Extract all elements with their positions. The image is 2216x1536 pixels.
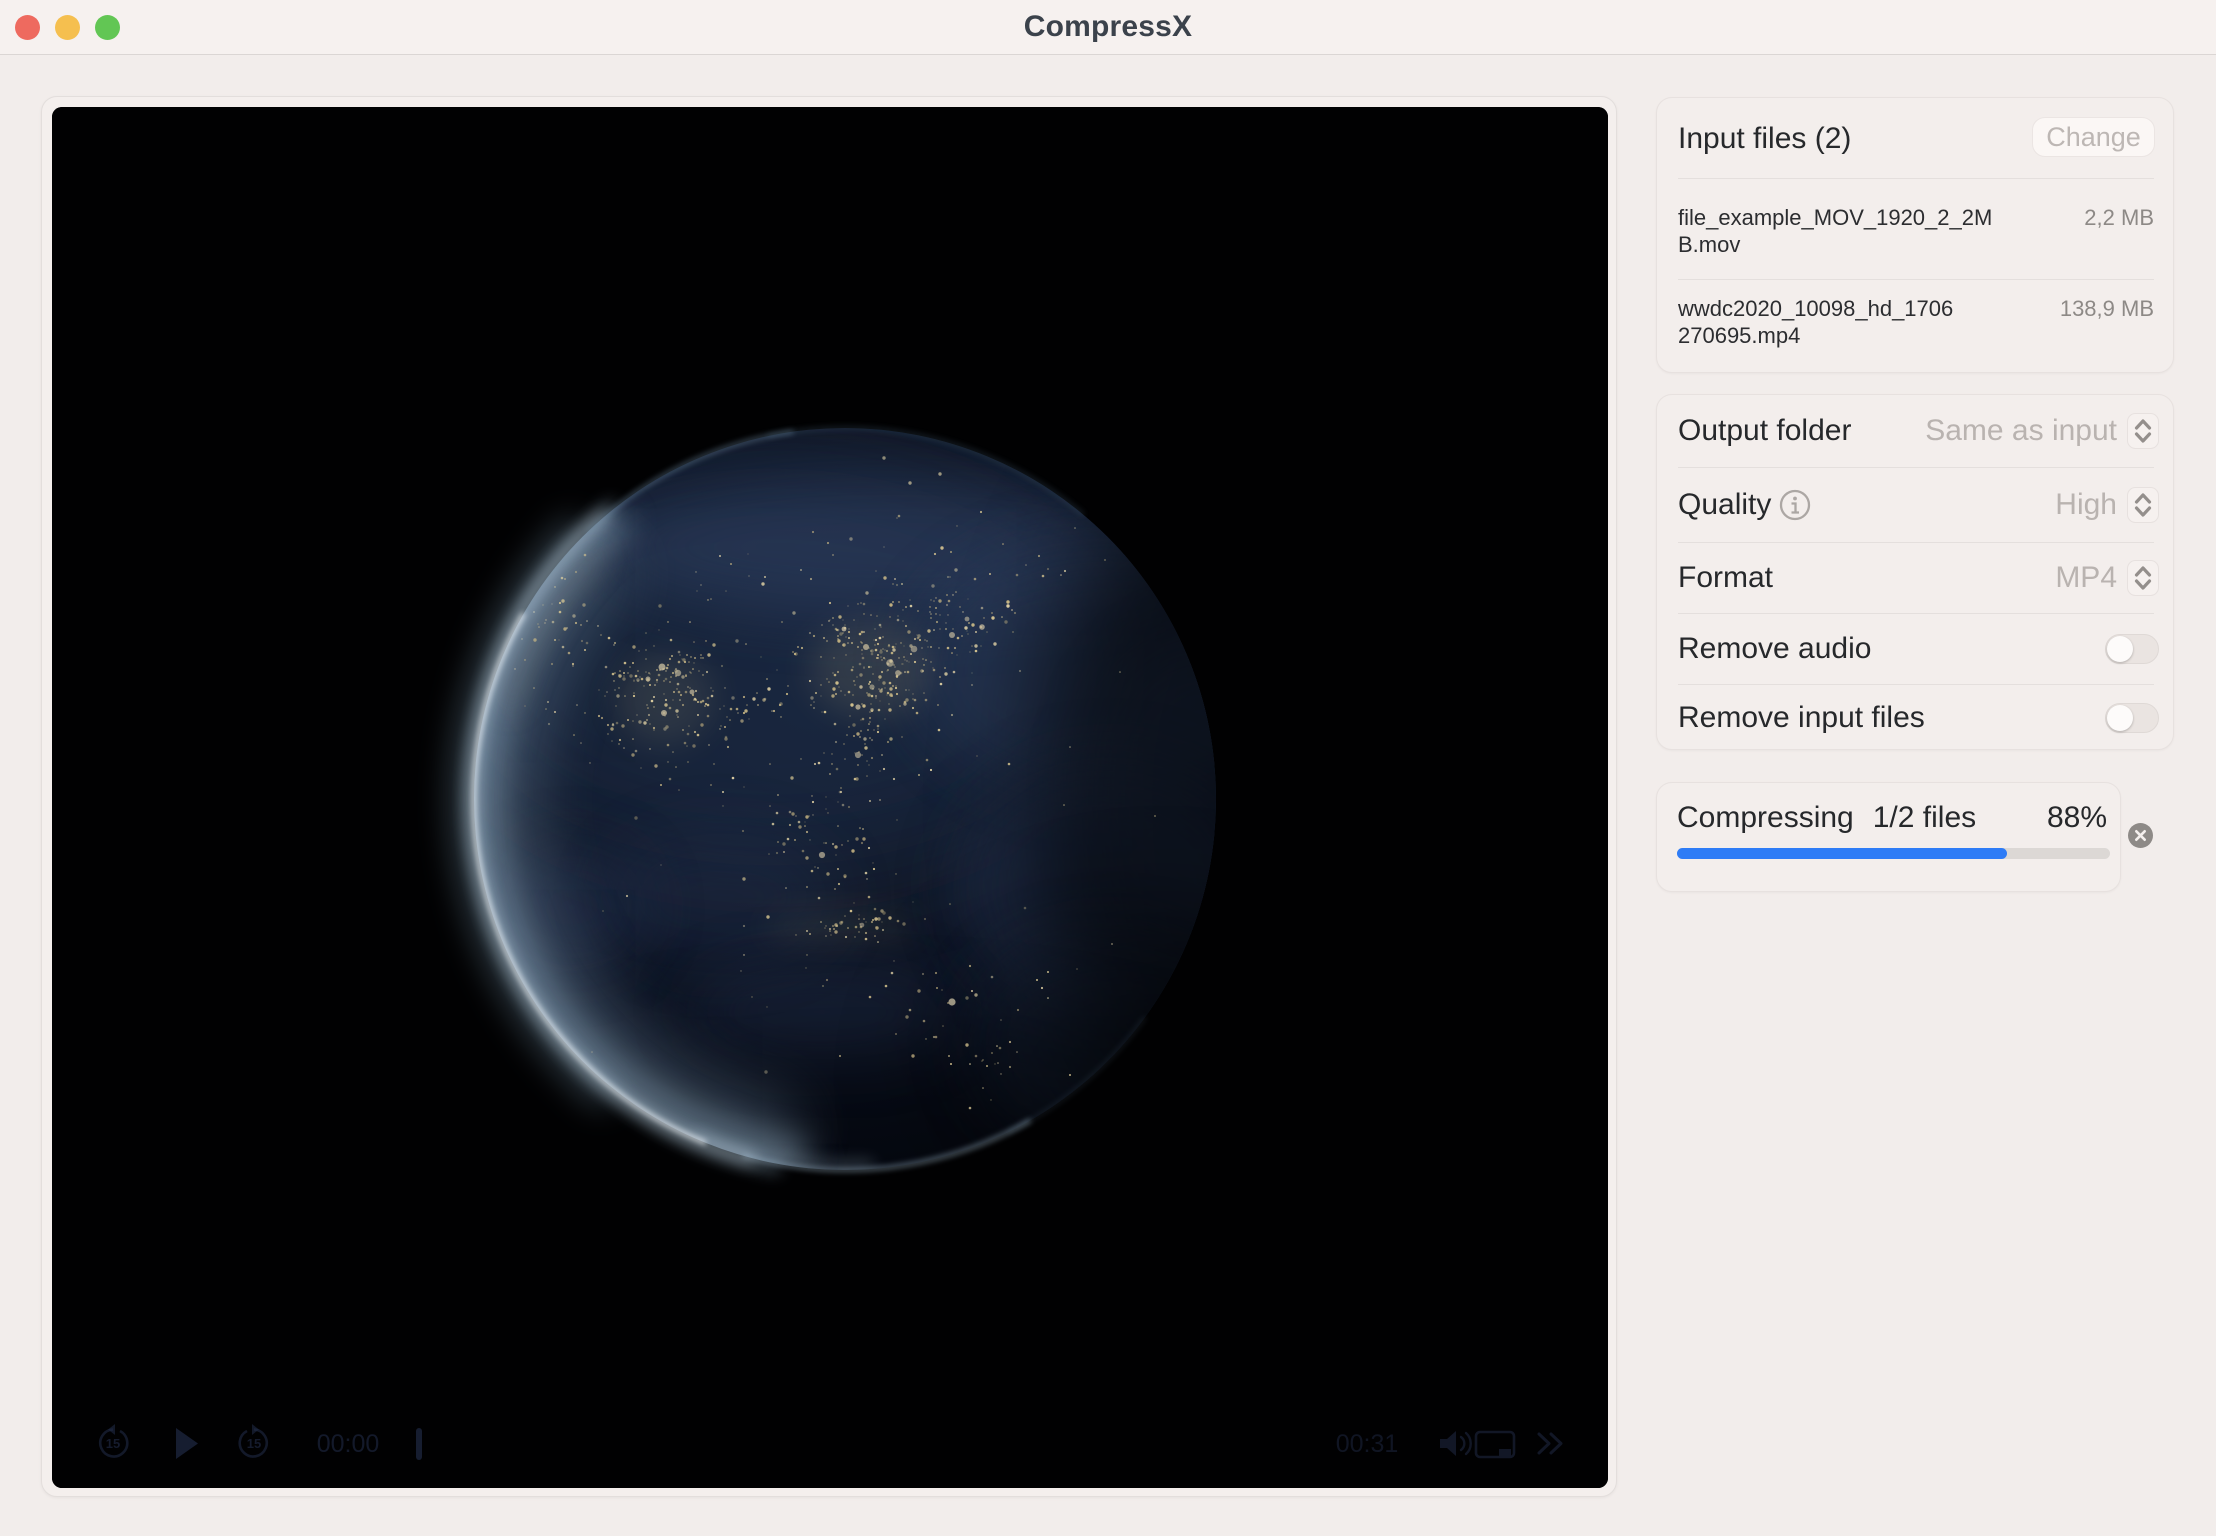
svg-text:00:00: 00:00 xyxy=(317,1430,380,1458)
svg-text:00:31: 00:31 xyxy=(1336,1430,1399,1458)
svg-text:15: 15 xyxy=(247,1436,261,1451)
svg-text:15: 15 xyxy=(106,1436,120,1451)
